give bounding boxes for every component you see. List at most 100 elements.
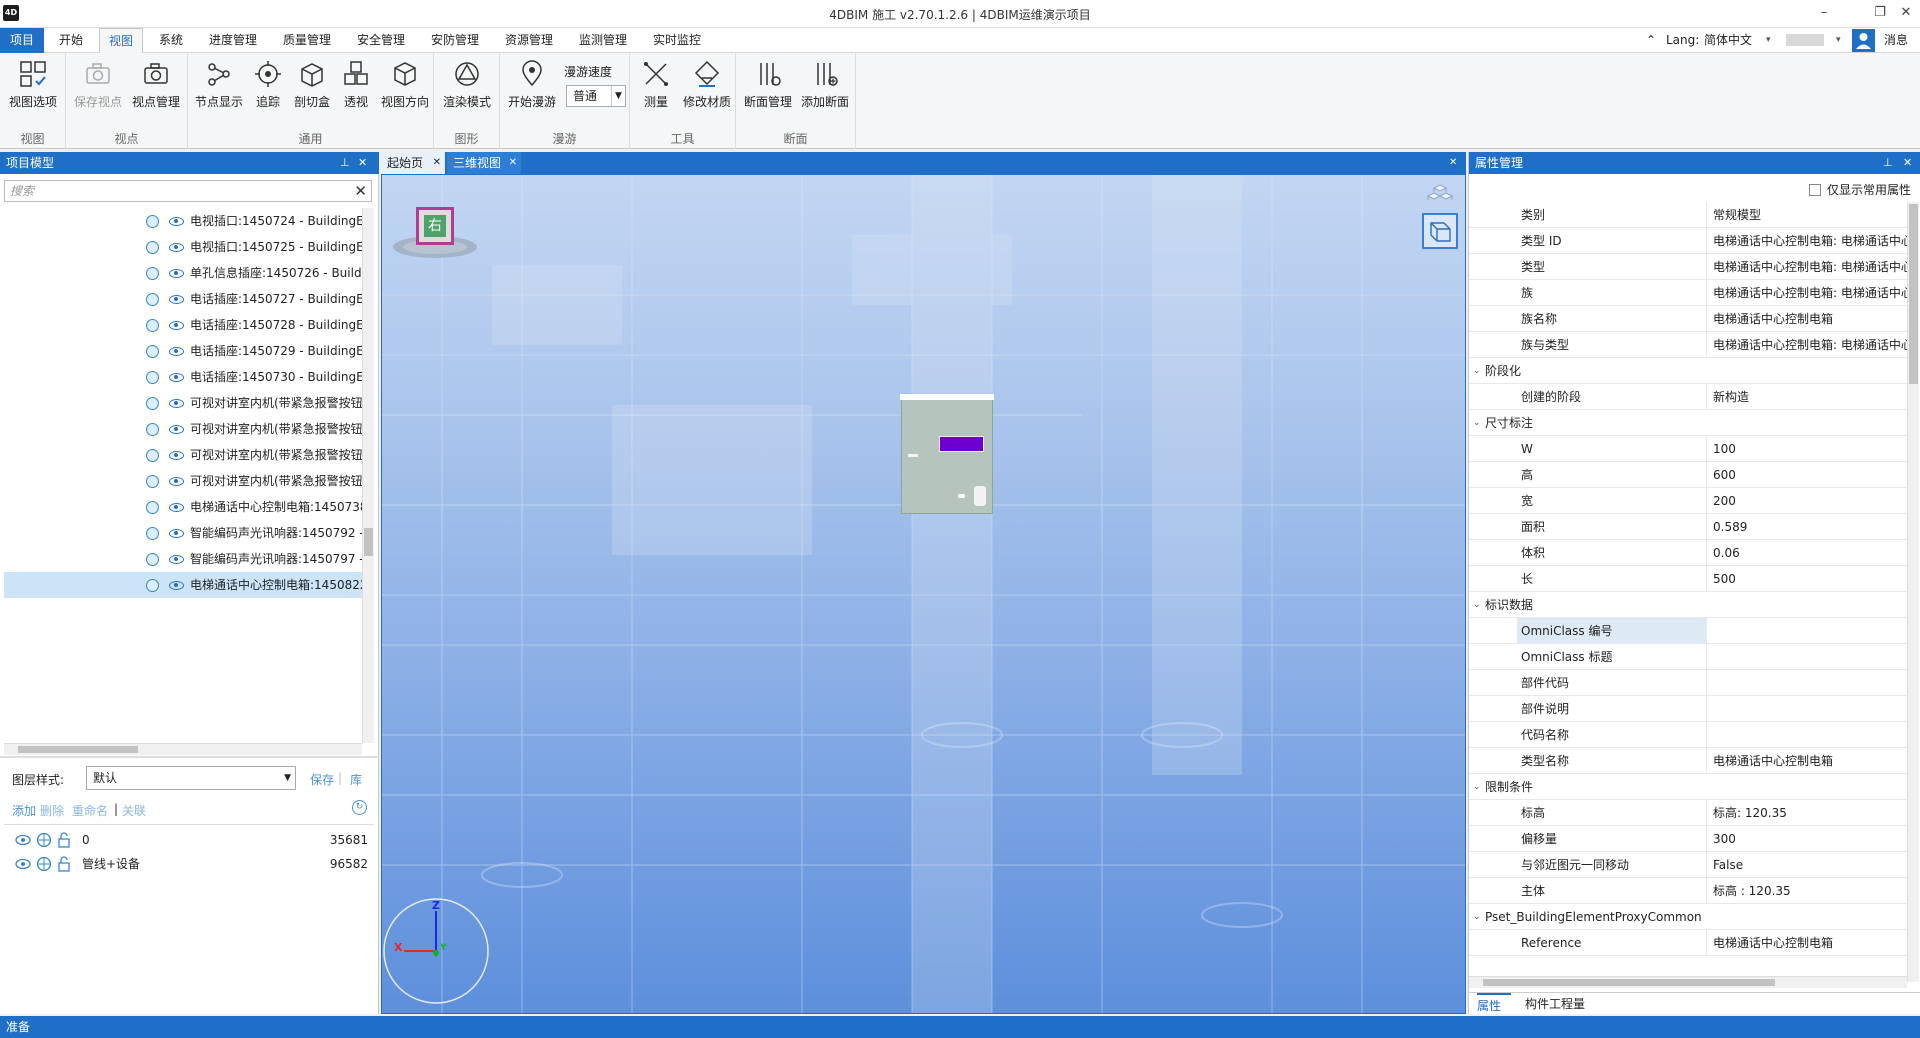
property-row[interactable]: 部件代码: [1469, 670, 1907, 696]
lang-select[interactable]: 简体中文: [1704, 28, 1752, 53]
property-value[interactable]: 600: [1709, 462, 1907, 488]
close-tab-icon[interactable]: ✕: [433, 152, 441, 174]
tab-safety[interactable]: 安全管理: [348, 28, 414, 53]
tree-item[interactable]: 电话插座:1450729 - BuildingEl: [4, 338, 368, 364]
property-value[interactable]: 电梯通话中心控制电箱: 电梯通话中心控: [1709, 332, 1907, 358]
modify-material-button[interactable]: 修改材质: [680, 59, 734, 119]
property-value[interactable]: 0.589: [1709, 514, 1907, 540]
property-row[interactable]: 族与类型 电梯通话中心控制电箱: 电梯通话中心控: [1469, 332, 1907, 358]
tree-item[interactable]: 电视插口:1450724 - BuildingEl: [4, 208, 368, 234]
properties-hscroll-thumb[interactable]: [1483, 979, 1775, 986]
nav-cube-face[interactable]: 右: [416, 207, 454, 245]
tree-item[interactable]: 可视对讲室内机(带紧急报警按钮: [4, 442, 368, 468]
property-value[interactable]: 电梯通话中心控制电箱: 电梯通话中心控: [1709, 228, 1907, 254]
tab-start[interactable]: 开始: [50, 28, 92, 53]
tab-resources[interactable]: 资源管理: [496, 28, 562, 53]
property-category[interactable]: ⌄ 限制条件: [1469, 774, 1907, 800]
view-options-button[interactable]: 视图选项: [4, 59, 62, 119]
restore-button[interactable]: ❐: [1868, 2, 1892, 24]
nav-cube[interactable]: 右: [392, 207, 482, 263]
property-value[interactable]: 0.06: [1709, 540, 1907, 566]
refresh-icon[interactable]: ↻: [352, 800, 367, 815]
delete-layer-link[interactable]: 删除: [40, 802, 64, 819]
tab-quality[interactable]: 质量管理: [274, 28, 340, 53]
property-value[interactable]: 电梯通话中心控制电箱: [1709, 748, 1907, 774]
eye-icon[interactable]: [169, 425, 184, 434]
property-value[interactable]: 常规模型: [1709, 202, 1907, 228]
node-display-button[interactable]: 节点显示: [192, 59, 246, 119]
property-value[interactable]: 电梯通话中心控制电箱: [1709, 930, 1907, 956]
property-value[interactable]: 标高 : 120.35: [1709, 878, 1907, 904]
eye-icon[interactable]: [169, 295, 184, 304]
model-search-input[interactable]: 搜索 ✕: [4, 180, 372, 202]
property-row[interactable]: 宽 200: [1469, 488, 1907, 514]
eye-icon[interactable]: [169, 503, 184, 512]
clear-search-icon[interactable]: ✕: [354, 181, 367, 201]
section-box-button[interactable]: 剖切盒: [290, 59, 334, 119]
start-walkthrough-button[interactable]: 开始漫游: [504, 59, 560, 119]
view-mode-icon[interactable]: [1422, 213, 1458, 249]
property-row[interactable]: 高 600: [1469, 462, 1907, 488]
tab-monitoring[interactable]: 监测管理: [570, 28, 636, 53]
collapse-chevron-icon[interactable]: ⌄: [1473, 592, 1481, 618]
minimize-button[interactable]: –: [1812, 2, 1836, 24]
tree-vertical-scrollbar[interactable]: [362, 208, 374, 743]
tree-item[interactable]: 电视插口:1450725 - BuildingEl: [4, 234, 368, 260]
property-value[interactable]: 500: [1709, 566, 1907, 592]
tree-hscroll-thumb[interactable]: [18, 746, 138, 753]
selected-control-box[interactable]: [900, 394, 994, 514]
tree-item[interactable]: 可视对讲室内机(带紧急报警按钮: [4, 416, 368, 442]
perspective-button[interactable]: 透视: [336, 59, 376, 119]
tree-item[interactable]: 智能编码声光讯响器:1450797 -: [4, 546, 368, 572]
layer-row[interactable]: 0 35681: [8, 828, 368, 852]
property-row[interactable]: 面积 0.589: [1469, 514, 1907, 540]
eye-icon[interactable]: [169, 451, 184, 460]
property-row[interactable]: 类型 ID 电梯通话中心控制电箱: 电梯通话中心控: [1469, 228, 1907, 254]
properties-scroll-thumb[interactable]: [1909, 204, 1918, 384]
collapse-ribbon-icon[interactable]: ⌃: [1646, 28, 1656, 53]
tab-start-page[interactable]: 起始页 ✕: [381, 152, 445, 174]
tree-item[interactable]: 电梯通话中心控制电箱:1450822: [4, 572, 368, 598]
trace-button[interactable]: 追踪: [248, 59, 288, 119]
walk-speed-select[interactable]: 普通 ▼: [566, 85, 626, 107]
save-layer-style-link[interactable]: 保存: [310, 771, 334, 788]
close-window-button[interactable]: ✕: [1894, 2, 1918, 24]
pin-icon[interactable]: ⊥: [1883, 152, 1893, 174]
eye-icon[interactable]: [169, 555, 184, 564]
tree-scroll-thumb[interactable]: [364, 528, 373, 556]
avatar-icon[interactable]: [1852, 29, 1875, 52]
property-value[interactable]: 标高: 120.35: [1709, 800, 1907, 826]
eye-icon[interactable]: [169, 269, 184, 278]
messages-link[interactable]: 消息: [1884, 28, 1908, 53]
property-category[interactable]: ⌄ 阶段化: [1469, 358, 1907, 384]
view-cubes-icon[interactable]: [1422, 179, 1458, 209]
section-manager-button[interactable]: 断面管理: [740, 59, 796, 119]
property-row[interactable]: 标高 标高: 120.35: [1469, 800, 1907, 826]
property-row[interactable]: 偏移量 300: [1469, 826, 1907, 852]
viewpoint-manager-button[interactable]: 视点管理: [128, 59, 184, 119]
property-value[interactable]: False: [1709, 852, 1907, 878]
property-value[interactable]: 100: [1709, 436, 1907, 462]
layer-style-select[interactable]: 默认 ▼: [86, 766, 296, 790]
property-value[interactable]: 300: [1709, 826, 1907, 852]
tab-system[interactable]: 系统: [150, 28, 192, 53]
property-value[interactable]: 新构造: [1709, 384, 1907, 410]
tree-item[interactable]: 智能编码声光讯响器:1450792 -: [4, 520, 368, 546]
pin-icon[interactable]: ⊥: [340, 152, 350, 174]
property-row[interactable]: W 100: [1469, 436, 1907, 462]
tab-schedule[interactable]: 进度管理: [200, 28, 266, 53]
tab-view[interactable]: 视图: [99, 28, 143, 53]
tab-realtime[interactable]: 实时监控: [644, 28, 710, 53]
save-viewpoint-button[interactable]: 保存视点: [72, 59, 124, 119]
property-row[interactable]: 部件说明: [1469, 696, 1907, 722]
properties-horizontal-scrollbar[interactable]: [1469, 976, 1907, 988]
tree-item[interactable]: 电话插座:1450727 - BuildingEl: [4, 286, 368, 312]
rename-layer-link[interactable]: 重命名: [72, 802, 108, 819]
library-link[interactable]: 库: [350, 771, 362, 788]
property-row[interactable]: 体积 0.06: [1469, 540, 1907, 566]
property-row[interactable]: 类别 常规模型: [1469, 202, 1907, 228]
property-category[interactable]: ⌄ 尺寸标注: [1469, 410, 1907, 436]
collapse-chevron-icon[interactable]: ⌄: [1473, 358, 1481, 384]
eye-icon[interactable]: [169, 217, 184, 226]
property-row[interactable]: 长 500: [1469, 566, 1907, 592]
